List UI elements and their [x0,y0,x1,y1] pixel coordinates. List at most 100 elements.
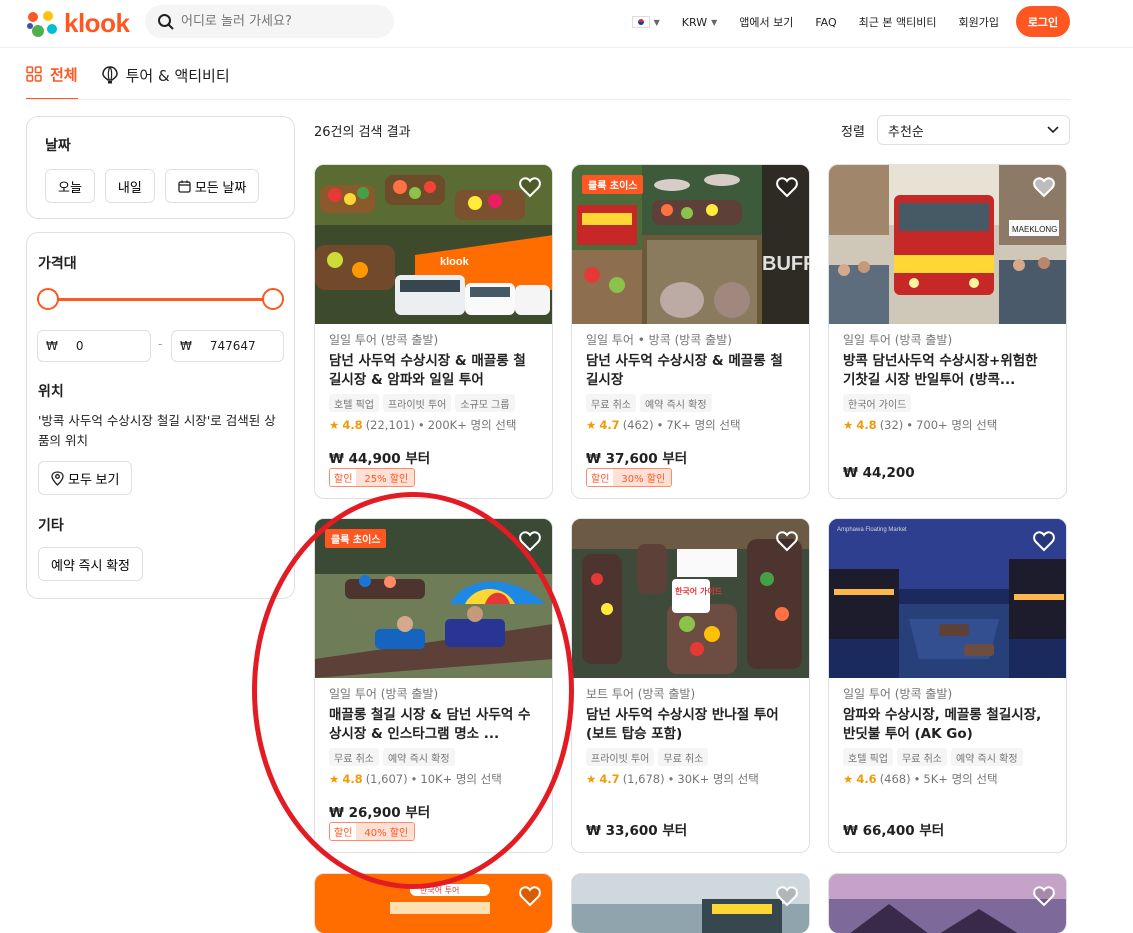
activity-image: klook [315,165,552,324]
korea-flag-icon [631,16,650,28]
activity-title[interactable]: 방콕 담넌사두억 수상시장+위험한 기찻길 시장 반일투어 (방콕... [843,352,1052,390]
activity-tag: 소규모 그룹 [455,394,515,412]
review-count: (462) [622,418,654,432]
open-in-app-link[interactable]: 앱에서 보기 [739,14,793,30]
calendar-icon [178,180,191,193]
price-slider-max-handle[interactable] [262,288,284,310]
wishlist-heart-icon[interactable] [518,529,542,553]
activity-tag: 호텔 픽업 [329,394,379,412]
activity-card[interactable]: 한국어 가이드 보트 투어 (방콕 출발) 담넌 사두억 수상시장 반나절 투어… [571,518,810,853]
activity-title[interactable]: 암파와 수상시장, 메끌롱 철길시장, 반딧불 투어 (AK Go) [843,706,1052,744]
discount-value: 25% 할인 [356,469,415,486]
activity-card[interactable] [571,873,810,933]
star-icon: ★ [843,772,854,786]
search-bar[interactable] [145,5,394,38]
location-pin-icon [51,470,64,486]
review-count: (468) [879,772,911,786]
activity-card[interactable]: BUFFA 클룩 초이스 일일 투어 • 방콕 (방콕 출발) 담넌 사두억 수… [571,164,810,499]
date-today-button[interactable]: 오늘 [45,169,95,203]
activity-price: ₩ 66,400 부터 [843,823,945,839]
tab-label: 투어 & 액티비티 [125,66,230,85]
top-navbar: klook ▼ KRW ▼ 앱에서 보기 FAQ 최근 본 액티비티 회원가입 … [0,0,1133,48]
image-sign-text: 한국어 투어 [420,885,459,895]
faq-link[interactable]: FAQ [815,16,836,29]
price-max-input[interactable]: ₩ 747647 [171,330,284,362]
sort-label: 정렬 [841,125,865,140]
image-sign-text: MAEKLONG [1012,225,1057,234]
price-filter-title: 가격대 [38,256,77,272]
login-button[interactable]: 로그인 [1016,6,1070,37]
discount-badge: 할인 25% 할인 [329,468,416,487]
review-count: (32) [879,418,904,432]
wishlist-heart-icon[interactable] [775,529,799,553]
image-sign-text: Amphawa Floating Market [837,527,907,533]
discount-value: 30% 할인 [613,469,672,486]
discount-badge: 할인 40% 할인 [329,822,416,841]
date-tomorrow-button[interactable]: 내일 [104,169,155,203]
activity-card[interactable]: Amphawa Floating Market 일일 투어 (방콕 출발) 암파… [828,518,1067,853]
activity-tag: 프라이빗 투어 [586,748,655,766]
signup-link[interactable]: 회원가입 [959,14,999,30]
grid-icon [26,66,42,82]
wishlist-heart-icon[interactable] [1032,884,1056,908]
activity-title[interactable]: 담넌 사두억 수상시장 반나절 투어 (보트 탑승 포함) [586,706,795,744]
wishlist-heart-icon[interactable] [518,884,542,908]
price-slider-min-handle[interactable] [37,288,59,310]
price-range-separator: - [158,337,163,351]
view-all-locations-button[interactable]: 모두 보기 [38,461,133,495]
view-all-label: 모두 보기 [68,471,120,487]
language-selector[interactable]: ▼ [631,16,660,28]
chevron-down-icon: ▼ [653,17,660,27]
discount-label: 할인 [587,469,614,486]
activity-rating: ★ 4.7 (462) • 7K+ 명의 선택 [586,418,741,432]
currency-selector[interactable]: KRW ▼ [682,16,717,29]
activity-category: 일일 투어 (방콕 출발) [329,687,439,701]
currency-label: KRW [681,15,708,29]
price-min-value: 0 [75,339,84,353]
wishlist-heart-icon[interactable] [1032,529,1056,553]
sort-value: 추천순 [888,124,924,140]
rating-score: 4.8 [856,418,877,432]
activity-price: ₩ 26,900 부터 [329,805,431,821]
date-all-button[interactable]: 모든 날짜 [164,169,260,203]
wishlist-heart-icon[interactable] [775,175,799,199]
activity-rating: ★ 4.6 (468) • 5K+ 명의 선택 [843,772,998,786]
recently-viewed-link[interactable]: 최근 본 액티비티 [859,14,937,30]
activity-card[interactable]: klook 일일 투어 (방콕 출발) 담넌 사두억 수상시장 & 매끌롱 철길… [314,164,553,499]
instant-confirm-filter-button[interactable]: 예약 즉시 확정 [38,547,143,581]
activity-title[interactable]: 담넌 사두억 수상시장 & 매끌롱 철길시장 & 암파와 일일 투어 [329,352,538,390]
search-input[interactable] [181,14,371,29]
location-filter-title: 위치 [38,384,64,400]
activity-card[interactable]: 클룩 초이스 일일 투어 (방콕 출발) 매끌롱 철길 시장 & 담넌 사두억 … [314,518,553,853]
activity-tag: 무료 취소 [329,748,379,766]
tab-tours-activities[interactable]: 투어 & 액티비티 [101,50,230,100]
activity-card[interactable] [828,873,1067,933]
rating-score: 4.7 [599,772,620,786]
booked-count: 700+ 명의 선택 [916,418,998,432]
price-slider-track [37,298,263,301]
activity-tag: 한국어 가이드 [843,394,912,412]
rating-score: 4.7 [599,418,620,432]
tab-all[interactable]: 전체 [26,50,78,100]
activity-title[interactable]: 담넌 사두억 수상시장 & 메끌롱 철길시장 [586,352,795,390]
tabs-divider [26,99,1070,100]
activity-tag: 호텔 픽업 [843,748,893,766]
activity-tag: 무료 취소 [586,394,636,412]
activity-price: ₩ 44,900 부터 [329,451,431,467]
price-min-input[interactable]: ₩ 0 [37,330,151,362]
activity-tag: 예약 즉시 확정 [639,394,712,412]
activity-image: BUFFA 클룩 초이스 [572,165,809,324]
activity-card[interactable]: 한국어 투어 [314,873,553,933]
wishlist-heart-icon[interactable] [1032,175,1056,199]
sort-select[interactable]: 추천순 [877,115,1070,145]
activity-title[interactable]: 매끌롱 철길 시장 & 담넌 사두억 수상시장 & 인스타그램 명소 ... [329,706,538,744]
activity-rating: ★ 4.7 (1,678) • 30K+ 명의 선택 [586,772,759,786]
activity-card[interactable]: MAEKLONG 일일 투어 (방콕 출발) 방콕 담넌사두억 수상시장+위험한… [828,164,1067,499]
wishlist-heart-icon[interactable] [518,175,542,199]
activity-price: ₩ 44,200 [843,465,915,481]
activity-tag: 프라이빗 투어 [382,394,452,412]
category-tabs: 전체 투어 & 액티비티 [26,50,230,100]
wishlist-heart-icon[interactable] [775,884,799,908]
review-count: (1,678) [622,772,665,786]
klook-logo[interactable]: klook [24,8,130,39]
